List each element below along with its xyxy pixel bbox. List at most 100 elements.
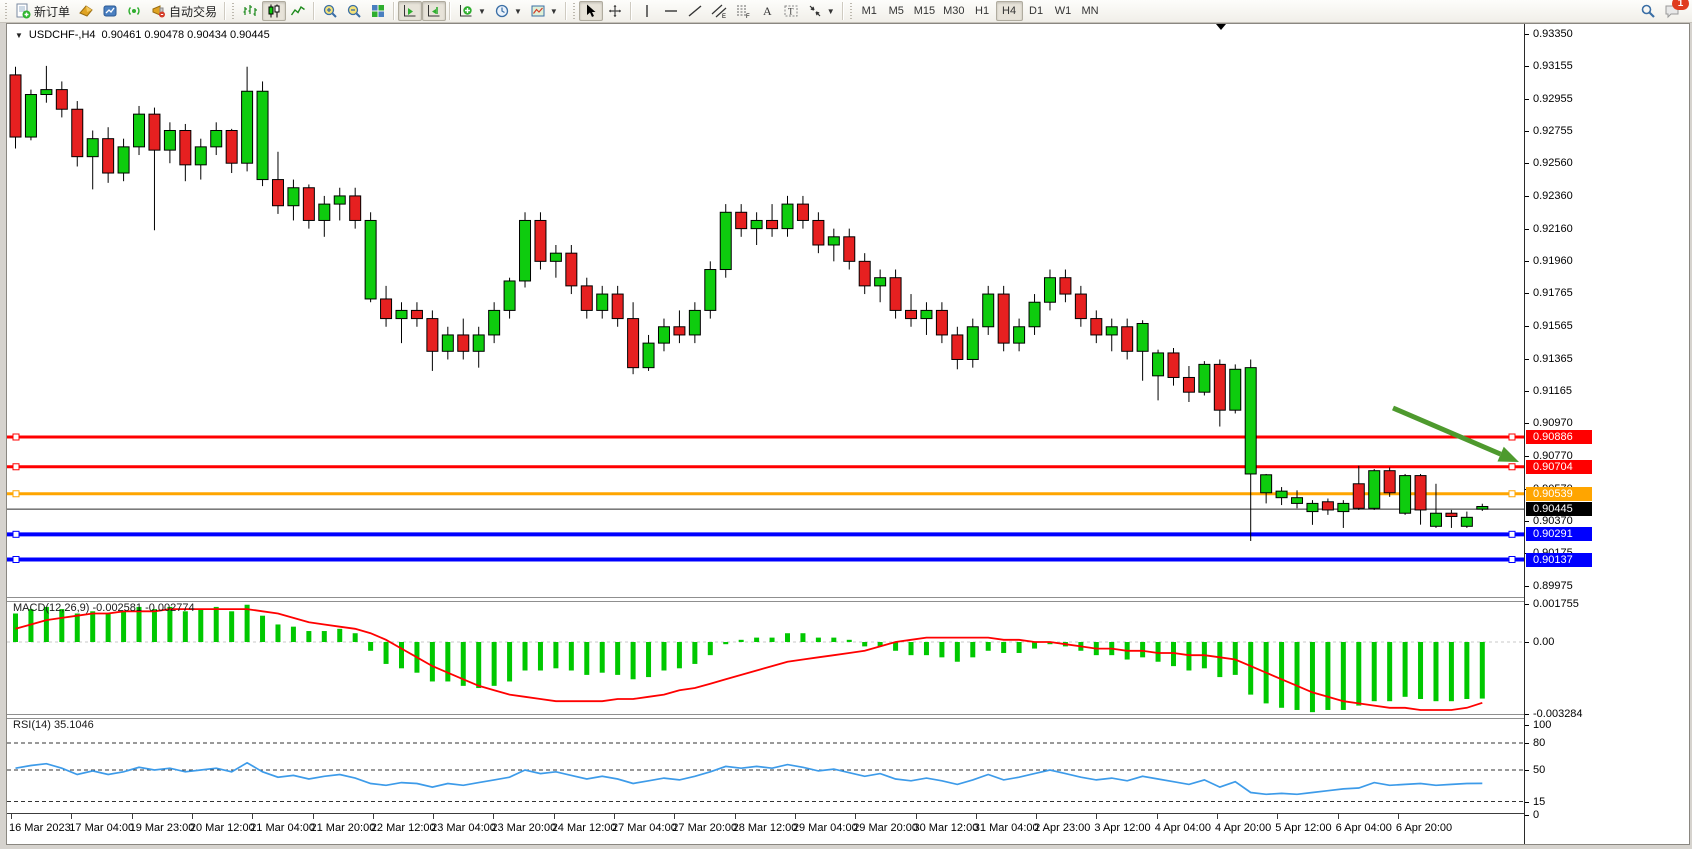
timeframe-label: H4 [1002, 5, 1016, 17]
signals-button[interactable] [122, 1, 146, 21]
new-order-button[interactable]: 新订单 [11, 1, 74, 21]
indicators-button[interactable]: ▼ [454, 1, 490, 21]
candle-body [859, 261, 870, 286]
line-handle[interactable] [1509, 491, 1515, 497]
axis-tick-label: 0.92755 [1525, 125, 1573, 137]
tile-windows-button[interactable] [366, 1, 390, 21]
text-button[interactable]: A [755, 1, 779, 21]
equidistant-channel-button[interactable]: E [707, 1, 731, 21]
toolbar-separator [565, 2, 567, 20]
chart-shift-button[interactable] [422, 1, 446, 21]
vertical-line-button[interactable] [635, 1, 659, 21]
candle-body [272, 180, 283, 206]
toolbar-grip[interactable] [849, 3, 854, 19]
metaeditor-button[interactable] [74, 1, 98, 21]
candle-body [1122, 327, 1133, 352]
timeframe-label: D1 [1029, 5, 1043, 17]
candle-body [1307, 503, 1318, 511]
metaeditor-icon [78, 3, 94, 19]
timeframe-label: M15 [914, 5, 935, 17]
macd-name: MACD(12,26,9) [13, 602, 89, 614]
candlestick-chart-button[interactable] [262, 1, 286, 21]
toolbar-grip[interactable] [231, 3, 236, 19]
auto-scroll-button[interactable] [398, 1, 422, 21]
candle-body [550, 253, 561, 261]
cursor-icon [583, 3, 599, 19]
time-tick [433, 814, 434, 819]
timeframe-m30-button[interactable]: M30 [939, 1, 968, 21]
line-chart-button[interactable] [286, 1, 310, 21]
candle-body [458, 335, 469, 351]
candle-body [87, 139, 98, 157]
macd-histogram-bar [90, 611, 95, 642]
time-tick [976, 814, 977, 819]
timeframe-w1-button[interactable]: W1 [1050, 1, 1077, 21]
line-handle[interactable] [1509, 434, 1515, 440]
timeframe-mn-button[interactable]: MN [1077, 1, 1104, 21]
zoom-in-button[interactable] [318, 1, 342, 21]
trend-arrow[interactable] [1393, 408, 1501, 454]
line-handle[interactable] [13, 491, 19, 497]
toolbar-grip[interactable] [572, 3, 577, 19]
line-handle[interactable] [1509, 464, 1515, 470]
cursor-button[interactable] [579, 1, 603, 21]
candle-body [411, 310, 422, 318]
timeframe-h1-button[interactable]: H1 [969, 1, 996, 21]
arrows-button[interactable]: ▼ [803, 1, 839, 21]
trend-arrow-head[interactable] [1497, 447, 1519, 462]
time-axis-label: 29 Mar 20:00 [853, 822, 918, 834]
bar-chart-button[interactable] [238, 1, 262, 21]
macd-histogram-bar [1279, 642, 1284, 708]
axis-tick-label: 80 [1525, 737, 1545, 749]
dropdown-caret-icon: ▼ [827, 7, 835, 16]
text-label-icon: T [783, 3, 799, 19]
timeframe-m1-button[interactable]: M1 [856, 1, 883, 21]
crosshair-button[interactable] [603, 1, 627, 21]
trendline-button[interactable] [683, 1, 707, 21]
timeframe-d1-button[interactable]: D1 [1023, 1, 1050, 21]
macd-histogram-bar [1356, 642, 1361, 706]
price-axis[interactable]: 0.933500.931550.929550.927550.925600.923… [1524, 24, 1688, 844]
fibonacci-button[interactable]: F [731, 1, 755, 21]
search-button[interactable] [1636, 1, 1660, 21]
macd-histogram-bar [955, 642, 960, 662]
periods-button[interactable]: ▼ [490, 1, 526, 21]
line-handle[interactable] [1509, 557, 1515, 563]
candle-body [1415, 476, 1426, 510]
time-axis-label: 23 Mar 04:00 [431, 822, 496, 834]
toolbar-grip[interactable] [4, 3, 9, 19]
text-label-button[interactable]: T [779, 1, 803, 21]
line-chart-icon [290, 3, 306, 19]
macd-chart-canvas[interactable] [7, 600, 1524, 714]
time-axis-label: 17 Mar 04:00 [69, 822, 134, 834]
line-handle[interactable] [1509, 531, 1515, 537]
macd-indicator-label: MACD(12,26,9) -0.002581 -0.002774 [13, 602, 195, 614]
candle-body [1060, 278, 1071, 294]
timeframe-m5-button[interactable]: M5 [883, 1, 910, 21]
notifications-button[interactable]: 1 [1660, 1, 1684, 21]
candle-body [149, 114, 160, 150]
bar-chart-icon [242, 3, 258, 19]
macd-histogram-bar [770, 638, 775, 642]
time-axis-label: 29 Mar 04:00 [793, 822, 858, 834]
timeframe-h4-button[interactable]: H4 [996, 1, 1023, 21]
time-tick [795, 814, 796, 819]
templates-button[interactable]: ▼ [526, 1, 562, 21]
autotrading-button[interactable]: 自动交易 [146, 1, 221, 21]
market-watch-button[interactable] [98, 1, 122, 21]
candle-body [10, 75, 21, 137]
price-chart-canvas[interactable] [7, 24, 1524, 597]
line-handle[interactable] [13, 557, 19, 563]
line-handle[interactable] [13, 464, 19, 470]
price-tag: 0.90445 [1526, 502, 1592, 516]
zoom-out-button[interactable] [342, 1, 366, 21]
time-axis[interactable]: 16 Mar 202317 Mar 04:0019 Mar 23:0020 Ma… [7, 813, 1524, 844]
candle-body [597, 294, 608, 310]
timeframe-m15-button[interactable]: M15 [910, 1, 939, 21]
line-handle[interactable] [13, 531, 19, 537]
line-handle[interactable] [13, 434, 19, 440]
collapse-arrow-icon[interactable]: ▼ [15, 31, 23, 40]
horizontal-line-button[interactable] [659, 1, 683, 21]
rsi-chart-canvas[interactable] [7, 717, 1524, 813]
time-tick [916, 814, 917, 819]
